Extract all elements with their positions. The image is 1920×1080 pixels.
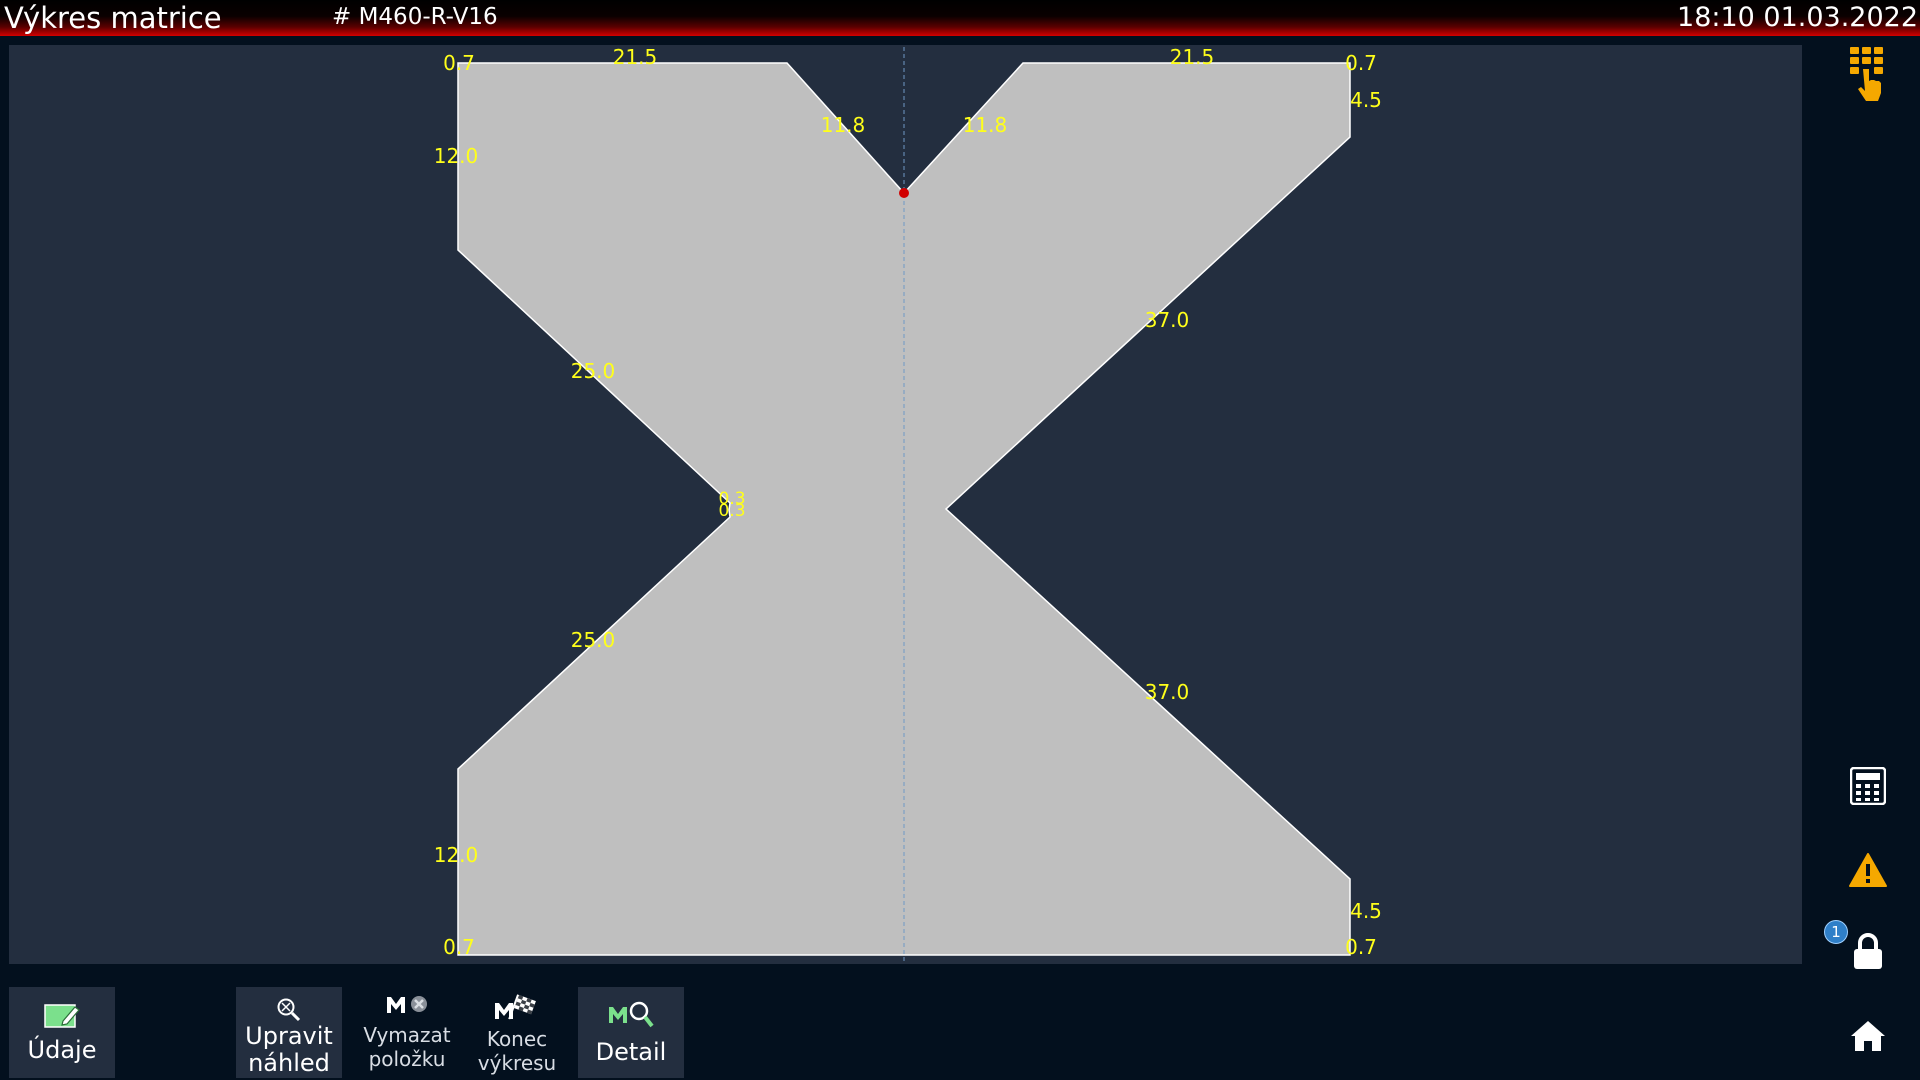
dim-top-left-vee: 11.8 xyxy=(820,113,866,137)
lock-icon xyxy=(1854,933,1882,969)
calculator-button[interactable] xyxy=(1842,760,1894,812)
edit-data-icon xyxy=(44,1004,80,1028)
dim-left-upper-slant: 25.0 xyxy=(570,359,616,383)
dim-top-left-corner: 0.7 xyxy=(443,51,475,75)
upravit-nahled-button[interactable]: Upravit náhled xyxy=(236,987,342,1078)
dim-top-left-width: 21.5 xyxy=(612,45,658,69)
detail-label: Detail xyxy=(595,1038,667,1066)
vymazat-label-line1: Vymazat xyxy=(363,1023,451,1047)
home-button[interactable] xyxy=(1842,1010,1894,1062)
die-drawing xyxy=(457,47,1351,961)
finish-drawing-icon xyxy=(495,994,536,1020)
calculator-icon xyxy=(1850,767,1886,805)
program-id: # M460-R-V16 xyxy=(332,4,498,30)
dim-left-upper-height: 12.0 xyxy=(433,144,479,168)
dim-top-right-corner: 0.7 xyxy=(1345,51,1377,75)
dim-top-right-vee: 11.8 xyxy=(962,113,1008,137)
zoom-fit-icon xyxy=(277,998,301,1022)
upravit-label-line2: náhled xyxy=(248,1049,330,1077)
origin-point xyxy=(899,188,909,198)
delete-item-icon xyxy=(387,996,427,1013)
drawing-canvas[interactable]: 0.7 21.5 11.8 11.8 21.5 0.7 4.5 12.0 25.… xyxy=(9,45,1802,964)
dim-bottom-left-corner: 0.7 xyxy=(443,935,475,959)
konec-vykresu-button[interactable]: Konec výkresu xyxy=(464,987,570,1078)
dim-top-right-width: 21.5 xyxy=(1169,45,1215,69)
dim-right-upper-slant: 37.0 xyxy=(1144,308,1190,332)
dim-right-upper-height: 4.5 xyxy=(1350,88,1382,112)
title-bar: Výkres matrice # M460-R-V16 18:10 01.03.… xyxy=(0,0,1920,36)
page-title: Výkres matrice xyxy=(4,1,222,35)
dim-left-lower-slant: 25.0 xyxy=(570,628,616,652)
udaje-button[interactable]: Údaje xyxy=(9,987,115,1078)
dim-right-lower-height: 4.5 xyxy=(1350,899,1382,923)
detail-button[interactable]: Detail xyxy=(578,987,684,1078)
keypad-touch-icon xyxy=(1850,47,1883,101)
detail-zoom-icon xyxy=(609,1001,654,1028)
warning-icon xyxy=(1849,853,1887,887)
warning-button[interactable] xyxy=(1842,844,1894,896)
vymazat-polozku-button[interactable]: Vymazat položku xyxy=(354,987,460,1078)
udaje-label: Údaje xyxy=(27,1036,97,1064)
dim-left-lower-height: 12.0 xyxy=(433,843,479,867)
dim-bottom-right-corner: 0.7 xyxy=(1345,935,1377,959)
upravit-label-line1: Upravit xyxy=(245,1022,333,1050)
konec-label-line1: Konec xyxy=(486,1027,548,1051)
dim-left-notch-b: 0.3 xyxy=(718,501,746,521)
dim-right-lower-slant: 37.0 xyxy=(1144,680,1190,704)
home-icon xyxy=(1851,1021,1885,1051)
date-time: 18:10 01.03.2022 xyxy=(1677,2,1918,33)
konec-label-line2: výkresu xyxy=(477,1051,557,1075)
keypad-touch-button[interactable] xyxy=(1842,47,1894,102)
lock-button[interactable] xyxy=(1842,926,1894,978)
vymazat-label-line2: položku xyxy=(368,1047,446,1071)
